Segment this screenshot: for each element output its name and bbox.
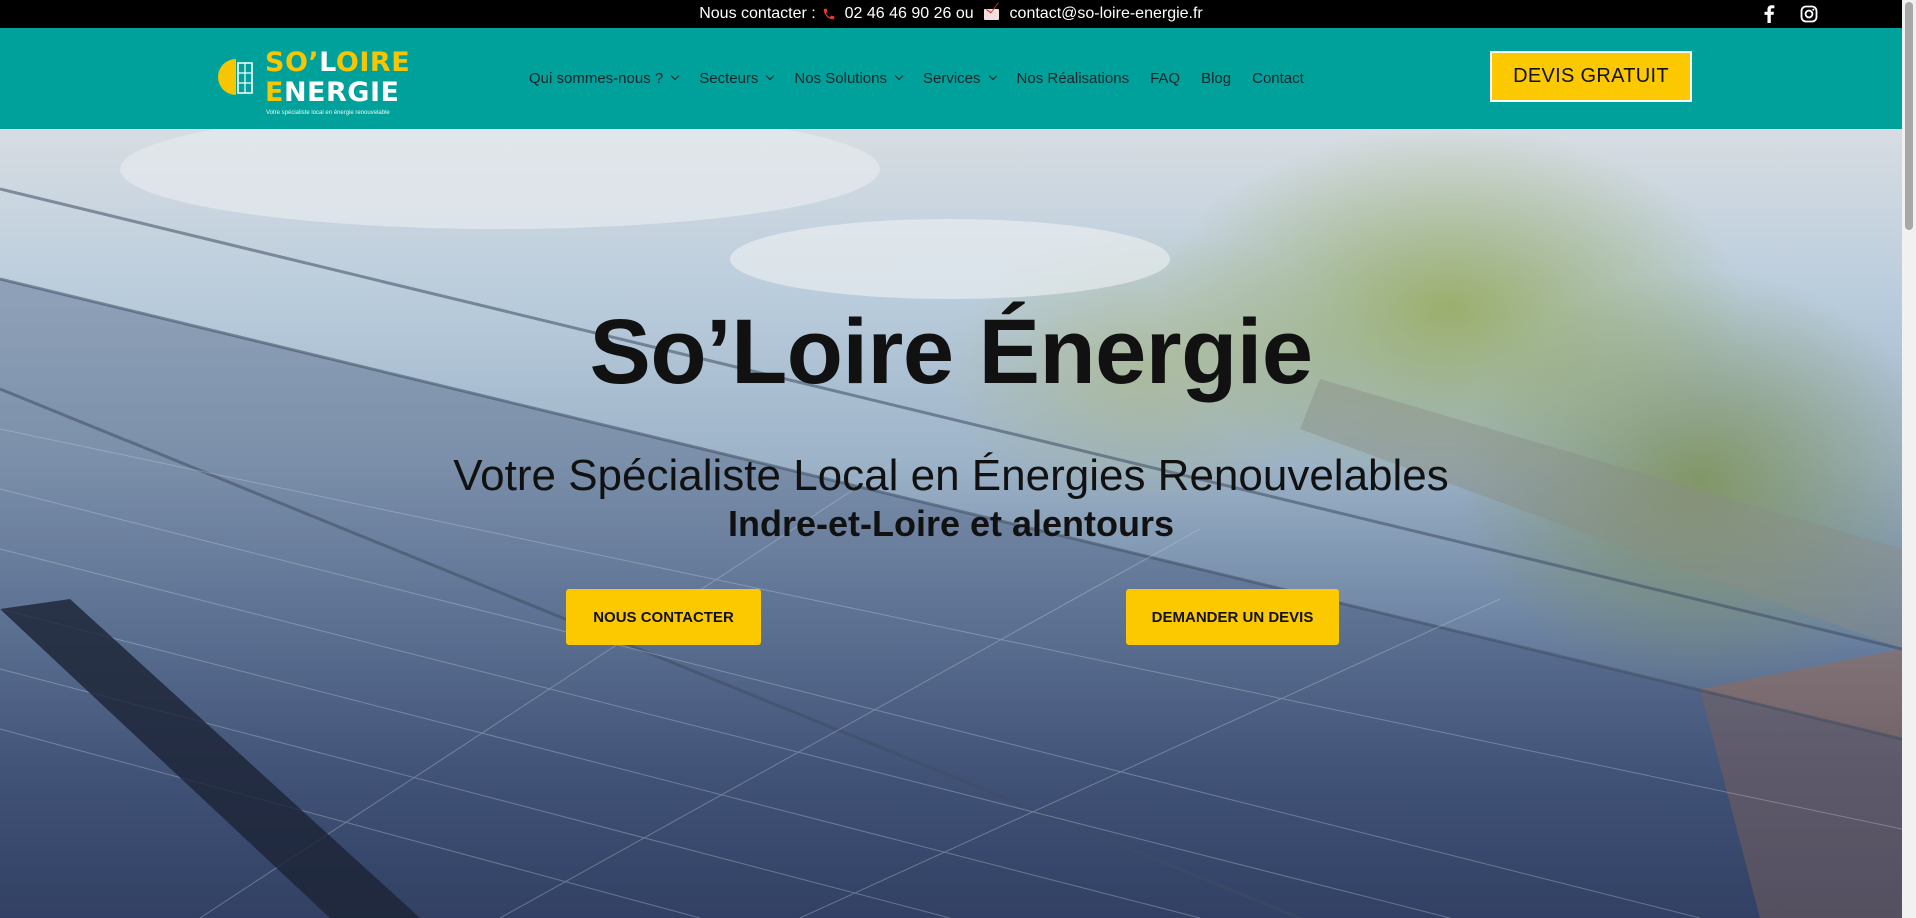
- nav-item-label: Blog: [1201, 69, 1232, 87]
- main-nav: Qui sommes-nous ? Secteurs Nos Solutions…: [529, 66, 1325, 90]
- logo-text-l: L: [319, 47, 336, 78]
- nav-item-label: Nos Réalisations: [1016, 69, 1130, 87]
- nav-item-nos-solutions[interactable]: Nos Solutions: [794, 69, 904, 87]
- nav-item-qui-sommes-nous[interactable]: Qui sommes-nous ?: [529, 69, 680, 87]
- nav-item-blog[interactable]: Blog: [1201, 70, 1231, 87]
- top-contact-bar: Nous contacter : 02 46 46 90 26 ou conta…: [0, 0, 1902, 28]
- chevron-down-icon: [894, 71, 904, 81]
- logo-text-nergie: NERGIE: [283, 77, 400, 108]
- demander-devis-button[interactable]: DEMANDER UN DEVIS: [1126, 589, 1339, 645]
- devis-gratuit-button[interactable]: DEVIS GRATUIT: [1490, 51, 1692, 102]
- contact-phone[interactable]: 02 46 46 90 26: [845, 5, 952, 22]
- facebook-icon[interactable]: [1759, 4, 1779, 24]
- nav-item-label: Services: [922, 69, 981, 87]
- logo-tagline: Votre spécialiste local en énergie renou…: [266, 110, 390, 116]
- nav-item-label: Nos Solutions: [794, 69, 887, 87]
- hero-subtitle: Votre Spécialiste Local en Énergies Reno…: [453, 451, 1449, 500]
- nav-item-label: Contact: [1252, 69, 1304, 87]
- contact-line: Nous contacter : 02 46 46 90 26 ou conta…: [0, 5, 1902, 23]
- hero-subtitle-region: Indre-et-Loire et alentours: [727, 503, 1175, 544]
- chevron-down-icon: [766, 71, 775, 81]
- hero-title: So’Loire Énergie: [589, 301, 1313, 403]
- site-logo[interactable]: SO’LOIRE ENERGIE Votre spécialiste local…: [215, 43, 410, 116]
- logo-text-so: SO’: [265, 47, 320, 78]
- mail-icon: [984, 8, 1000, 20]
- phone-icon: [823, 8, 835, 20]
- chevron-down-icon: [670, 71, 680, 81]
- contact-label: Nous contacter :: [699, 5, 816, 22]
- nav-item-label: Qui sommes-nous ?: [529, 69, 664, 87]
- contact-or: ou: [955, 5, 974, 22]
- instagram-icon[interactable]: [1799, 4, 1819, 24]
- hero-section: So’Loire Énergie Votre Spécialiste Local…: [0, 129, 1902, 918]
- contact-email[interactable]: contact@so-loire-energie.fr: [1010, 5, 1203, 22]
- nav-item-services[interactable]: Services: [922, 69, 997, 87]
- chevron-down-icon: [988, 71, 997, 81]
- main-header: SO’LOIRE ENERGIE Votre spécialiste local…: [0, 28, 1902, 129]
- scrollbar-thumb[interactable]: [1905, 2, 1913, 230]
- nav-item-contact[interactable]: Contact: [1252, 70, 1304, 87]
- nav-item-label: Secteurs: [699, 69, 759, 87]
- logo-line2: ENERGIE: [265, 77, 399, 108]
- nav-item-label: FAQ: [1150, 69, 1181, 87]
- logo-line1: SO’LOIRE: [265, 47, 410, 78]
- logo-text-oire: OIRE: [335, 47, 411, 78]
- page-scrollbar[interactable]: [1902, 0, 1916, 918]
- nav-item-secteurs[interactable]: Secteurs: [699, 69, 775, 87]
- logo-sun-panel-icon: [218, 59, 253, 95]
- nous-contacter-button[interactable]: NOUS CONTACTER: [566, 589, 761, 645]
- nav-item-faq[interactable]: FAQ: [1150, 70, 1180, 87]
- logo-text-e: E: [265, 77, 284, 108]
- nav-item-nos-realisations[interactable]: Nos Réalisations: [1017, 70, 1130, 87]
